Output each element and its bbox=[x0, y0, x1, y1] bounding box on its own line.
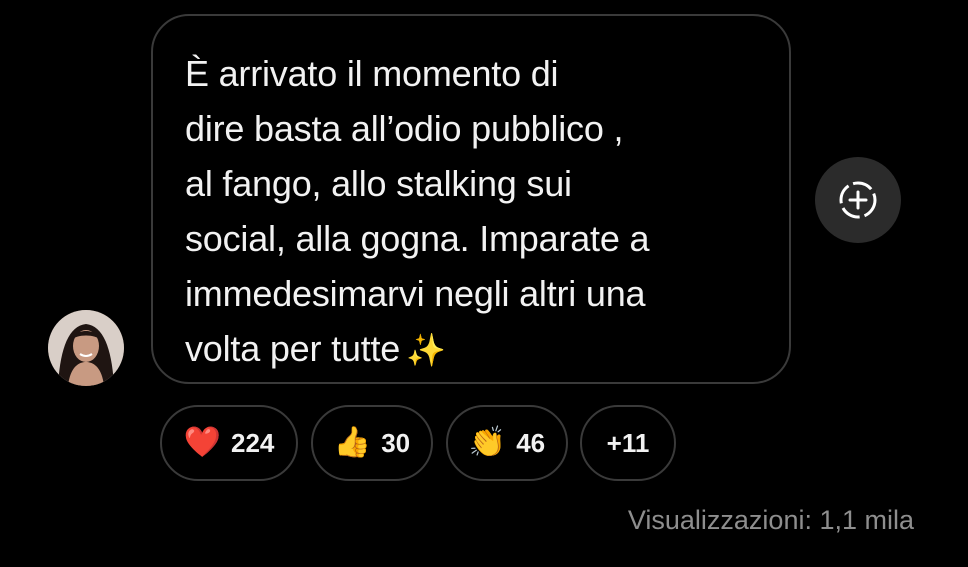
red-heart-emoji: ❤️ bbox=[183, 426, 221, 459]
message-last-line: volta per tutte ✨ bbox=[185, 321, 759, 378]
share-button[interactable] bbox=[815, 157, 901, 243]
add-circle-dashed-icon bbox=[839, 181, 877, 219]
message-line: immedesimarvi negli altri una bbox=[185, 273, 646, 314]
reaction-clap[interactable]: 👏 46 bbox=[446, 405, 568, 481]
sparkles-emoji: ✨ bbox=[406, 332, 446, 368]
reaction-heart[interactable]: ❤️ 224 bbox=[160, 405, 298, 481]
view-count: Visualizzazioni: 1,1 mila bbox=[627, 505, 914, 535]
message-bubble[interactable]: È arrivato il momento di dire basta all’… bbox=[151, 14, 791, 384]
message-line: È arrivato il momento di bbox=[185, 53, 559, 94]
reaction-thumbs-up[interactable]: 👍 30 bbox=[311, 405, 433, 481]
message-line: social, alla gogna. Imparate a bbox=[185, 218, 650, 259]
profile-photo-icon bbox=[48, 310, 124, 386]
message-line: al fango, allo stalking sui bbox=[185, 163, 572, 204]
chat-screen: È arrivato il momento di dire basta all’… bbox=[0, 0, 968, 567]
reaction-count: +11 bbox=[606, 427, 650, 458]
message-line: dire basta all’odio pubblico , bbox=[185, 108, 624, 149]
sender-avatar[interactable] bbox=[48, 310, 124, 386]
clapping-hands-emoji: 👏 bbox=[468, 426, 507, 459]
message-line: volta per tutte bbox=[185, 328, 401, 369]
thumbs-up-emoji: 👍 bbox=[333, 426, 372, 459]
reaction-count: 224 bbox=[230, 427, 275, 458]
reaction-more[interactable]: +11 bbox=[580, 405, 676, 481]
reaction-count: 46 bbox=[516, 427, 546, 458]
reaction-count: 30 bbox=[381, 427, 411, 458]
